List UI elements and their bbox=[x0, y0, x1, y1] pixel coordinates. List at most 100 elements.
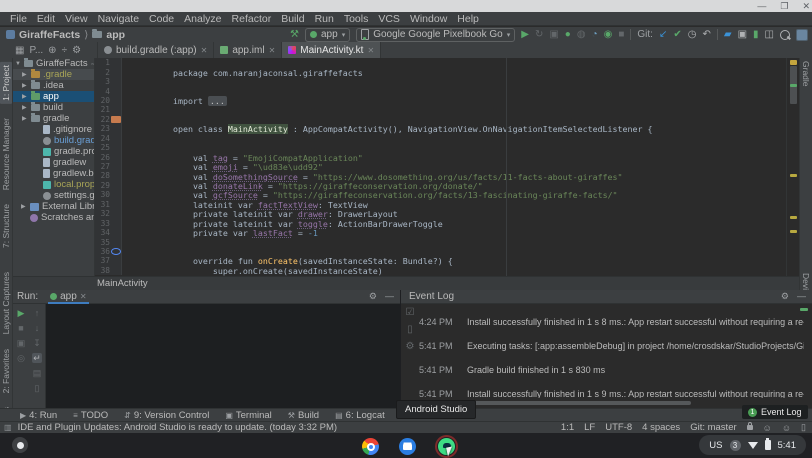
project-view-dropdown[interactable]: P... bbox=[29, 45, 43, 56]
gutter-icon[interactable] bbox=[111, 238, 121, 246]
editor-scrollbar[interactable] bbox=[786, 58, 799, 276]
menu-item[interactable]: Window bbox=[405, 13, 452, 25]
tree-row[interactable]: ▶ build bbox=[13, 102, 94, 113]
rollback-icon[interactable]: ↶ bbox=[702, 30, 710, 40]
clear-log-icon[interactable]: ▯ bbox=[407, 325, 413, 335]
menu-item[interactable]: Refactor bbox=[227, 13, 277, 25]
tree-chevron-icon[interactable]: ▶ bbox=[22, 104, 28, 111]
menu-item[interactable]: Code bbox=[144, 13, 179, 25]
tree-row[interactable]: ▶ .idea bbox=[13, 80, 94, 91]
gutter-icon[interactable] bbox=[111, 172, 121, 180]
menu-item[interactable]: Edit bbox=[32, 13, 60, 25]
gutter-icon[interactable] bbox=[111, 68, 121, 76]
avd-manager-icon[interactable]: ◫ bbox=[765, 30, 774, 40]
close-tab-icon[interactable]: ✕ bbox=[269, 46, 276, 55]
tree-row[interactable]: Scratches and Consoles bbox=[13, 212, 94, 223]
menu-item[interactable]: Navigate bbox=[93, 13, 144, 25]
readonly-lock-icon[interactable] bbox=[747, 425, 753, 430]
gutter-icon[interactable] bbox=[111, 200, 121, 208]
stop-process-icon[interactable]: ■ bbox=[18, 323, 23, 333]
android-studio-icon[interactable] bbox=[436, 436, 457, 457]
profile-icon[interactable]: ◍ bbox=[577, 30, 586, 40]
tool-window-button-gradle[interactable]: Gradle bbox=[801, 61, 811, 87]
device-manager-icon[interactable]: ▮ bbox=[753, 30, 759, 40]
gutter-icon[interactable] bbox=[111, 219, 121, 227]
search-everywhere-icon[interactable] bbox=[780, 30, 790, 40]
tree-chevron-icon[interactable]: ▶ bbox=[22, 115, 28, 122]
tree-chevron-icon[interactable]: ▼ bbox=[15, 61, 21, 67]
gutter-icon[interactable] bbox=[111, 134, 121, 142]
tree-row[interactable]: ▶ External Libraries bbox=[13, 201, 94, 212]
run-icon[interactable]: ▶ bbox=[521, 30, 529, 40]
menu-item[interactable]: Analyze bbox=[179, 13, 226, 25]
tree-chevron-icon[interactable]: ▶ bbox=[21, 203, 27, 210]
breadcrumb-class[interactable]: MainActivity bbox=[97, 278, 148, 289]
pin-tab-icon[interactable]: ◎ bbox=[17, 353, 25, 363]
restore-layout-icon[interactable]: ▣ bbox=[17, 338, 26, 348]
editor-tab[interactable]: MainActivity.kt ✕ bbox=[282, 42, 381, 58]
tree-row[interactable]: settings.gradle bbox=[13, 190, 94, 201]
log-settings-icon[interactable]: ⚙ bbox=[406, 342, 415, 352]
system-tray[interactable]: US 3 5:41 bbox=[699, 435, 806, 455]
warning-marker[interactable] bbox=[790, 230, 797, 233]
hide-panel-icon[interactable]: — bbox=[797, 291, 806, 302]
tree-chevron-icon[interactable]: ▶ bbox=[22, 93, 28, 100]
update-project-icon[interactable]: ↙ bbox=[659, 30, 667, 40]
tool-window-button[interactable]: 7: Structure bbox=[1, 204, 11, 248]
tool-window-button[interactable]: Layout Captures bbox=[1, 272, 11, 334]
gutter-icon[interactable] bbox=[111, 116, 121, 123]
tree-row[interactable]: ▶ .gradle bbox=[13, 69, 94, 80]
clear-console-icon[interactable]: ▯ bbox=[35, 383, 40, 393]
debug-icon[interactable]: ● bbox=[565, 30, 571, 40]
dnd-icon[interactable]: ▯ bbox=[801, 422, 806, 433]
tree-row[interactable]: build.gradle bbox=[13, 135, 94, 146]
gutter-icon[interactable] bbox=[111, 191, 121, 199]
gutter-icon[interactable] bbox=[111, 248, 121, 255]
gutter-icon[interactable] bbox=[111, 125, 121, 133]
commit-icon[interactable]: ✔ bbox=[673, 30, 681, 40]
gutter-icon[interactable] bbox=[111, 106, 121, 114]
file-encoding[interactable]: UTF-8 bbox=[605, 422, 632, 433]
locate-file-icon[interactable]: ⊕ bbox=[48, 45, 56, 56]
profile-avatar[interactable] bbox=[796, 29, 808, 41]
editor-tab[interactable]: app.iml ✕ bbox=[214, 42, 282, 58]
git-branch[interactable]: Git: master bbox=[690, 422, 736, 433]
minimize-window-icon[interactable]: — bbox=[757, 2, 766, 11]
close-tab-icon[interactable]: ✕ bbox=[201, 46, 208, 55]
tool-window-button[interactable]: Resource Manager bbox=[1, 118, 11, 190]
scroll-to-end-icon[interactable]: ↧ bbox=[33, 338, 41, 348]
tree-row[interactable]: ▶ gradle bbox=[13, 113, 94, 124]
indent-setting[interactable]: 4 spaces bbox=[642, 422, 680, 433]
build-hammer-icon[interactable]: ⚒ bbox=[290, 30, 299, 40]
tool-window-button[interactable]: 1: Project bbox=[0, 62, 12, 104]
gutter-icon[interactable] bbox=[111, 266, 121, 274]
menu-item[interactable]: VCS bbox=[373, 13, 405, 25]
tool-window-button[interactable]: ⚒ Build bbox=[282, 410, 325, 421]
profiler-gauge-icon[interactable]: ◔ bbox=[592, 30, 598, 40]
caret-position[interactable]: 1:1 bbox=[561, 422, 574, 433]
run-config-dropdown[interactable]: app ▾ bbox=[305, 28, 350, 42]
menu-item[interactable]: Tools bbox=[339, 13, 374, 25]
apply-changes-icon[interactable]: ↻ bbox=[535, 30, 543, 40]
hide-panel-icon[interactable]: — bbox=[385, 291, 394, 302]
tree-row[interactable]: gradlew bbox=[13, 157, 94, 168]
tree-chevron-icon[interactable]: ▶ bbox=[22, 82, 28, 89]
tool-window-button[interactable]: ≡ TODO bbox=[67, 410, 114, 421]
launcher-button[interactable] bbox=[12, 437, 28, 453]
stop-icon[interactable]: ■ bbox=[618, 30, 624, 40]
run-tab-app[interactable]: app ✕ bbox=[46, 290, 90, 304]
toolwindow-toggle-icon[interactable]: ▥ bbox=[4, 423, 12, 432]
warning-marker[interactable] bbox=[790, 60, 797, 65]
restore-window-icon[interactable]: ❐ bbox=[780, 2, 788, 11]
event-log-button[interactable]: 1 Event Log bbox=[742, 405, 808, 419]
close-tab-icon[interactable]: ✕ bbox=[367, 46, 374, 55]
tree-row[interactable]: .gitignore bbox=[13, 124, 94, 135]
menu-item[interactable]: Run bbox=[310, 13, 339, 25]
gutter-icon[interactable] bbox=[111, 163, 121, 171]
editor-tab[interactable]: build.gradle (:app) ✕ bbox=[98, 42, 214, 58]
breadcrumb-project[interactable]: GiraffeFacts bbox=[19, 29, 80, 41]
menu-item[interactable]: File bbox=[5, 13, 32, 25]
project-structure-icon[interactable]: ▰ bbox=[724, 30, 732, 40]
event-log-settings-gear-icon[interactable]: ⚙ bbox=[781, 291, 789, 302]
collapse-all-icon[interactable]: ÷ bbox=[62, 45, 68, 56]
